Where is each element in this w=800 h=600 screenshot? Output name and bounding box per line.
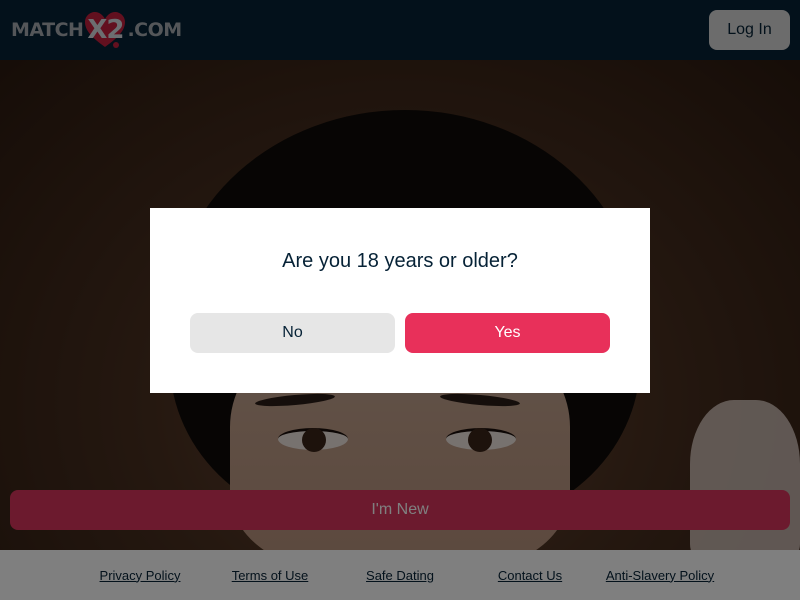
yes-button[interactable]: Yes <box>405 313 610 353</box>
modal-buttons: No Yes <box>190 313 610 353</box>
no-button[interactable]: No <box>190 313 395 353</box>
age-verification-modal: Are you 18 years or older? No Yes <box>150 208 650 393</box>
age-question: Are you 18 years or older? <box>282 250 518 272</box>
